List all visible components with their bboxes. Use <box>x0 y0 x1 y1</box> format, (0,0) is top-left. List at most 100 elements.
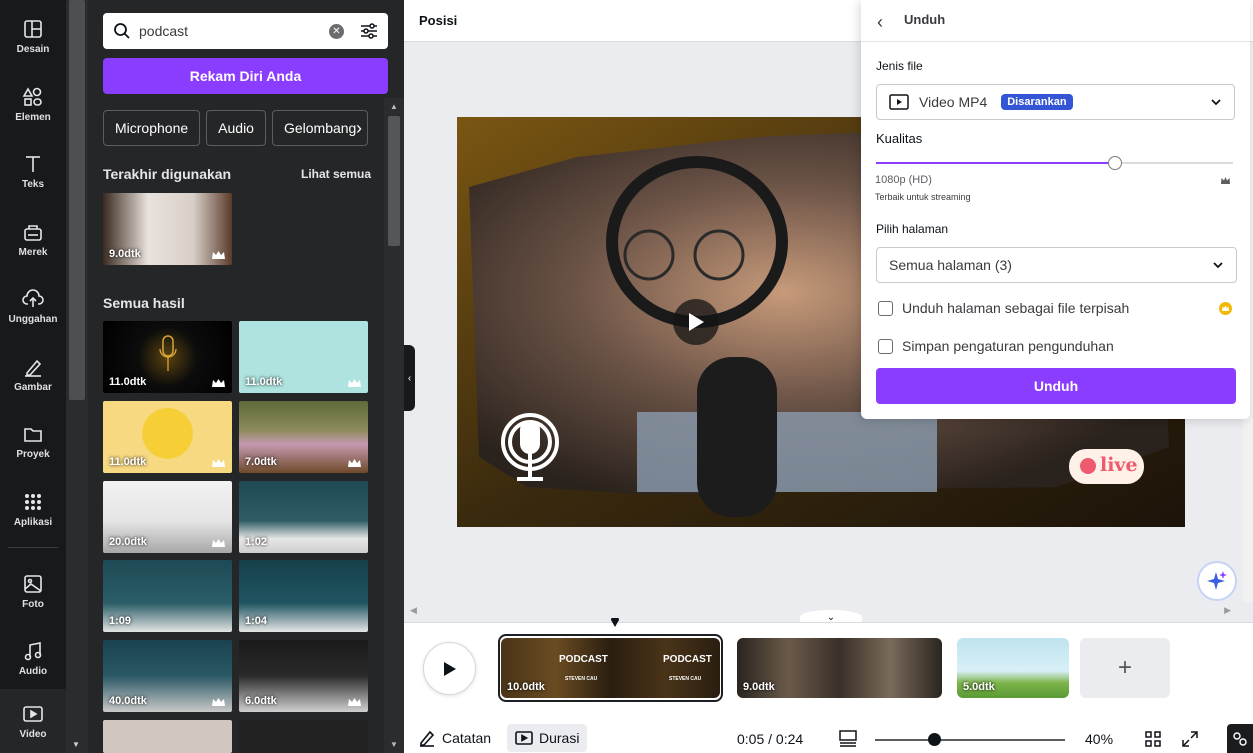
video-duration: 11.0dtk <box>109 456 147 468</box>
video-thumbnail[interactable]: 6.0dtk <box>239 640 368 712</box>
duration-button[interactable]: Durasi <box>507 724 588 752</box>
video-thumbnail[interactable]: 20.0dtk <box>103 481 232 553</box>
crown-icon <box>348 698 361 706</box>
video-thumbnail[interactable]: 40.0dtk <box>103 640 232 712</box>
clip-title: PODCAST <box>559 654 608 665</box>
time-readout: 0:05 / 0:24 <box>737 731 804 747</box>
preview-play-button[interactable] <box>673 299 719 345</box>
video-thumbnail[interactable] <box>103 720 232 753</box>
video-thumbnail[interactable]: 1:04 <box>239 560 368 632</box>
nav-label: Teks <box>21 178 45 190</box>
timeline-play-button[interactable] <box>423 642 476 695</box>
add-page-button[interactable]: + <box>1080 638 1170 698</box>
search-icon <box>114 23 130 39</box>
record-yourself-button[interactable]: Rekam Diri Anda <box>103 58 388 94</box>
nav-item-proyek[interactable]: Proyek <box>0 410 66 472</box>
scroll-down-icon[interactable]: ▼ <box>72 740 80 749</box>
scroll-right-icon[interactable]: ▶ <box>1224 605 1231 616</box>
playhead-icon[interactable] <box>610 618 620 628</box>
nav-divider <box>8 547 58 548</box>
see-all-link[interactable]: Lihat semua <box>301 167 371 181</box>
recommended-badge: Disarankan <box>1001 94 1073 110</box>
video-thumbnail[interactable]: 11.0dtk <box>239 321 368 393</box>
nav-item-gambar[interactable]: Gambar <box>0 343 66 405</box>
video-thumbnail[interactable]: 11.0dtk <box>103 321 232 393</box>
scrollbar-thumb[interactable] <box>388 116 400 246</box>
timeline-clip-1[interactable]: PODCAST PODCAST STEVEN CAU STEVEN CAU 10… <box>501 638 720 698</box>
timeline-clip-2[interactable]: 9.0dtk <box>737 638 942 698</box>
help-button[interactable] <box>1227 724 1253 753</box>
shapes-icon <box>22 86 42 106</box>
search-bar[interactable]: podcast ✕ <box>103 13 388 49</box>
download-button[interactable]: Unduh <box>876 368 1236 404</box>
video-thumbnail[interactable]: 9.0dtk <box>103 193 232 265</box>
video-thumbnail[interactable]: 1:02 <box>239 481 368 553</box>
zoom-slider-knob[interactable] <box>928 733 941 746</box>
scroll-left-icon[interactable]: ◀ <box>410 605 417 616</box>
video-thumbnail[interactable]: 11.0dtk <box>103 401 232 473</box>
save-settings-option[interactable]: Simpan pengaturan pengunduhan <box>878 338 1114 354</box>
video-icon <box>515 731 533 745</box>
zoom-slider-track[interactable] <box>875 739 1065 741</box>
all-results-title: Semua hasil <box>103 295 185 311</box>
notes-button[interactable]: Catatan <box>410 724 499 752</box>
video-thumbnail[interactable] <box>239 720 368 753</box>
timeline-clip-3[interactable]: 5.0dtk <box>957 638 1069 698</box>
nav-item-desain[interactable]: Desain <box>0 5 66 67</box>
chip-gelombang[interactable]: Gelombang <box>271 110 369 146</box>
page-layout-icon[interactable] <box>839 729 857 747</box>
separate-files-checkbox[interactable] <box>878 300 893 316</box>
panel-scrollbar[interactable]: ▲ ▼ <box>384 98 404 753</box>
clear-search-icon[interactable]: ✕ <box>329 23 344 39</box>
back-arrow-icon[interactable]: ‹ <box>877 12 883 33</box>
save-settings-checkbox[interactable] <box>878 338 893 354</box>
nav-item-teks[interactable]: Teks <box>0 140 66 202</box>
chip-audio[interactable]: Audio <box>206 110 266 146</box>
video-file-icon <box>889 94 909 110</box>
recent-section-title: Terakhir digunakan <box>103 166 232 182</box>
nav-item-foto[interactable]: Foto <box>0 560 66 622</box>
chevron-down-icon <box>1213 262 1223 269</box>
download-panel: ‹ Unduh Jenis file Video MP4 Disarankan … <box>861 0 1250 419</box>
layout-icon <box>24 19 42 38</box>
position-button[interactable]: Posisi <box>419 13 457 28</box>
nav-item-merek[interactable]: Merek <box>0 208 66 270</box>
scrollbar-thumb[interactable] <box>69 0 85 400</box>
magic-assistant-button[interactable] <box>1197 561 1237 601</box>
nav-scrollbar[interactable]: ▼ <box>66 0 88 753</box>
crown-icon <box>1221 177 1230 184</box>
nav-item-audio[interactable]: Audio <box>0 627 66 689</box>
grid-view-icon[interactable] <box>1145 731 1161 747</box>
video-duration: 40.0dtk <box>109 695 147 707</box>
file-type-select[interactable]: Video MP4 Disarankan <box>876 84 1235 120</box>
scroll-down-icon[interactable]: ▼ <box>390 740 398 749</box>
search-input[interactable]: podcast <box>139 23 329 39</box>
music-icon <box>24 641 42 660</box>
microphone-icon <box>159 335 177 371</box>
video-thumbnail[interactable]: 7.0dtk <box>239 401 368 473</box>
filter-icon[interactable] <box>360 22 378 40</box>
quality-slider-knob[interactable] <box>1108 156 1122 170</box>
nav-label: Unggahan <box>8 313 58 325</box>
notes-icon <box>420 730 435 747</box>
nav-item-video[interactable]: Video <box>0 689 66 753</box>
magic-switch-icon <box>1233 731 1247 746</box>
nav-label: Merek <box>18 246 48 258</box>
quality-slider-fill <box>876 162 1115 164</box>
pages-select[interactable]: Semua halaman (3) <box>876 247 1237 283</box>
nav-item-aplikasi[interactable]: Aplikasi <box>0 478 66 540</box>
draw-icon <box>25 359 42 377</box>
collapse-panel-button[interactable]: ‹ <box>404 345 415 411</box>
nav-item-elemen[interactable]: Elemen <box>0 73 66 135</box>
separate-files-option[interactable]: Unduh halaman sebagai file terpisah <box>878 300 1129 316</box>
chip-microphone[interactable]: Microphone <box>103 110 201 146</box>
video-thumbnail[interactable]: 1:09 <box>103 560 232 632</box>
nav-label: Audio <box>18 665 48 677</box>
fullscreen-icon[interactable] <box>1182 731 1198 747</box>
nav-item-unggahan[interactable]: Unggahan <box>0 275 66 337</box>
scroll-up-icon[interactable]: ▲ <box>390 102 398 111</box>
chevron-right-icon[interactable]: › <box>356 118 362 139</box>
search-panel: podcast ✕ Rekam Diri Anda Microphone Audi… <box>88 0 404 753</box>
sparkle-icon <box>1207 571 1227 590</box>
zoom-value[interactable]: 40% <box>1085 731 1113 747</box>
